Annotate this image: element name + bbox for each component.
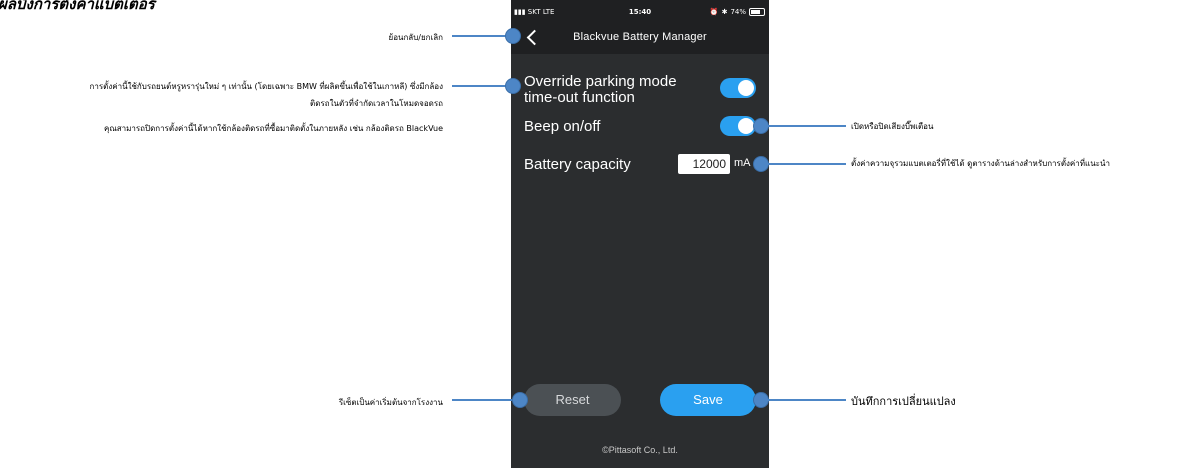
nav-title: Blackvue Battery Manager	[573, 31, 707, 43]
copyright: ©Pittasoft Co., Ltd.	[602, 445, 678, 455]
capacity-input[interactable]	[678, 154, 730, 174]
annotation-override-3: คุณสามารถปิดการตั้งค่านี้ได้หากใช้กล้องต…	[103, 124, 443, 133]
annotation-back: ย้อนกลับ/ยกเลิก	[388, 33, 444, 42]
annotation-dot	[505, 78, 521, 94]
page-heading: ผลบังการตั้งค่าแบตเตอรี่	[0, 0, 155, 13]
annotation-line	[452, 399, 514, 401]
annotation-line	[452, 35, 512, 37]
beep-toggle[interactable]	[720, 116, 756, 136]
phone-screen: ▮▮▮ SKT LTE 15:40 ⏰ ✱ 74% Blackvue Batte…	[511, 0, 769, 468]
reset-button[interactable]: Reset	[524, 384, 621, 416]
battery-icon	[749, 8, 765, 16]
toggle-knob	[738, 118, 754, 134]
annotation-override-2: ติดรถในตัวที่จำกัดเวลาในโหมดจอดรถ	[310, 99, 443, 108]
beep-label: Beep on/off	[524, 118, 601, 135]
status-right: ⏰ ✱ 74%	[710, 8, 765, 16]
annotation-beep: เปิดหรือปิดเสียงบี๊พเตือน	[851, 122, 934, 131]
nav-bar: Blackvue Battery Manager	[511, 22, 769, 54]
annotation-dot	[512, 392, 528, 408]
alarm-icon: ⏰	[709, 8, 719, 16]
annotation-reset: รีเซ็ตเป็นค่าเริ่มต้นจากโรงงาน	[338, 398, 443, 407]
capacity-unit: mA	[734, 157, 751, 169]
toggle-knob	[738, 80, 754, 96]
annotation-save: บันทึกการเปลี่ยนแปลง	[851, 395, 956, 408]
status-bar: ▮▮▮ SKT LTE 15:40 ⏰ ✱ 74%	[511, 0, 769, 22]
capacity-label: Battery capacity	[524, 156, 631, 173]
annotation-line	[766, 163, 846, 165]
bluetooth-icon: ✱	[721, 8, 728, 16]
annotation-line	[766, 399, 846, 401]
annotation-dot	[505, 28, 521, 44]
override-toggle[interactable]	[720, 78, 756, 98]
annotation-capacity: ตั้งค่าความจุรวมแบตเตอรี่ที่ใช้ได้ ดูตาร…	[851, 159, 1110, 168]
annotation-line	[452, 85, 512, 87]
save-button[interactable]: Save	[660, 384, 756, 416]
annotation-override-1: การตั้งค่านี้ใช้กับรถยนต์หรูหรารุ่นใหม่ …	[89, 82, 443, 91]
annotation-line	[766, 125, 846, 127]
override-label: Override parking mode time-out function	[524, 73, 677, 106]
battery-percent: 74%	[730, 8, 746, 16]
